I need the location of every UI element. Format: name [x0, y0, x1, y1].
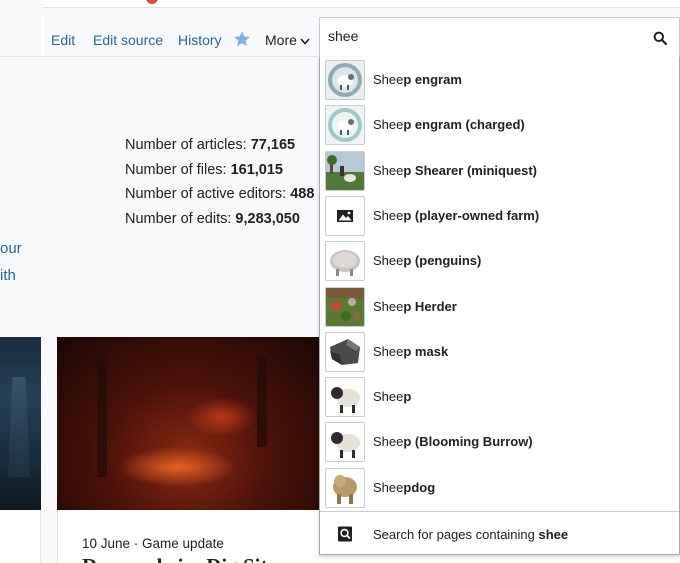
watch-star-icon[interactable] — [233, 30, 251, 48]
sheep-thumbnail — [325, 377, 365, 418]
tab-history[interactable]: History — [178, 32, 222, 48]
content-edge — [42, 16, 44, 56]
suggestion-label: Sheep engram (charged) — [373, 117, 525, 132]
suggestion-item[interactable]: Sheep engram (charged) — [320, 102, 679, 147]
search-containing-footer[interactable]: Search for pages containing shee — [320, 511, 679, 555]
suggestion-item[interactable]: Sheep mask — [320, 329, 679, 374]
suggestion-label: Sheep Shearer (miniquest) — [373, 163, 537, 178]
more-menu-button[interactable]: More — [265, 32, 310, 48]
suggestion-item[interactable]: Sheep Shearer (miniquest) — [320, 148, 679, 193]
suggestion-label: Sheepdog — [373, 480, 435, 495]
suggestion-label: Sheep mask — [373, 344, 448, 359]
stat-editors: Number of active editors: 488 — [125, 186, 314, 211]
match-text: Shee — [373, 479, 404, 495]
suggestion-rest: pdog — [403, 479, 436, 495]
suggestion-rest: p engram (charged) — [403, 117, 525, 133]
stat-label: Number of articles: — [125, 137, 251, 153]
search-input[interactable] — [328, 28, 628, 44]
suggestion-rest: p Shearer (miniquest) — [403, 162, 538, 178]
match-text: Shee — [373, 298, 404, 314]
footer-query: shee — [538, 527, 569, 542]
scene-pillar — [257, 357, 267, 447]
suggestion-rest: p (Blooming Burrow) — [403, 434, 533, 450]
suggestion-rest: p — [403, 389, 412, 405]
more-label: More — [265, 32, 297, 48]
stat-label: Number of files: — [125, 161, 231, 178]
footer-prefix: Search for pages containing — [373, 527, 539, 542]
page-search-icon — [338, 526, 352, 542]
suggestion-label: Sheep — [373, 389, 411, 404]
search-box — [319, 17, 680, 58]
suggestion-label: Sheep (penguins) — [373, 253, 481, 268]
stat-value: 9,283,050 — [235, 210, 300, 227]
suggestion-label: Sheep engram — [373, 72, 462, 87]
match-text: Shee — [373, 434, 404, 450]
tower-shape — [8, 377, 30, 477]
match-text: Shee — [373, 117, 404, 133]
truncated-text-2: ith — [0, 267, 16, 284]
stat-value: 488 — [290, 186, 315, 202]
left-column-text: our ith — [0, 235, 22, 289]
sheep-thumbnail — [325, 422, 365, 463]
top-strip — [0, 0, 680, 16]
wiki-stats: Number of articles: 77,165 Number of fil… — [125, 137, 314, 235]
stat-label: Number of edits: — [125, 210, 236, 227]
news-title[interactable]: Daemonheim Dig Site — [82, 554, 277, 563]
match-text: Shee — [373, 72, 404, 87]
news-date: 10 June · Game update — [82, 536, 224, 551]
match-text: Shee — [373, 343, 404, 359]
match-text: Shee — [373, 162, 404, 178]
herder-scene-thumbnail — [325, 286, 365, 327]
suggestion-rest: p mask — [403, 343, 449, 359]
suggestion-item[interactable]: Sheepdog — [320, 465, 679, 510]
suggestion-rest: p (penguins) — [403, 253, 482, 269]
suggestion-item[interactable]: Sheep (penguins) — [320, 238, 679, 283]
stat-files: Number of files: 161,015 — [125, 162, 314, 187]
header-edge — [42, 0, 680, 8]
engram-thumbnail — [325, 60, 365, 100]
scene-pillar — [97, 357, 107, 477]
suggestion-rest: p engram — [403, 72, 462, 87]
search-icon[interactable] — [653, 31, 667, 45]
stat-label: Number of active editors: — [125, 186, 291, 202]
suggestion-label: Sheep (player-owned farm) — [373, 208, 539, 223]
match-text: Shee — [373, 389, 404, 405]
news-card-image[interactable] — [57, 337, 319, 510]
tab-edit[interactable]: Edit — [51, 32, 75, 48]
stat-edits: Number of edits: 9,283,050 — [125, 211, 314, 236]
engram-charged-thumbnail — [325, 105, 365, 146]
footer-label: Search for pages containing shee — [373, 527, 568, 542]
lava-glow — [187, 397, 257, 437]
suggestion-rest: p Herder — [403, 298, 457, 314]
suggestion-item[interactable]: Sheep (Blooming Burrow) — [320, 419, 679, 464]
match-text: Shee — [373, 253, 404, 269]
chevron-down-icon — [300, 38, 310, 45]
penguin-sheep-thumbnail — [325, 241, 365, 282]
stat-articles: Number of articles: 77,165 — [125, 137, 314, 162]
suggestion-item[interactable]: Sheep (player-owned farm) — [320, 193, 679, 238]
farm-scene-thumbnail — [325, 150, 365, 191]
suggestion-label: Sheep (Blooming Burrow) — [373, 434, 533, 449]
image-placeholder-thumbnail — [325, 195, 365, 236]
tab-edit-source[interactable]: Edit source — [93, 32, 163, 48]
suggestion-item[interactable]: Sheep — [320, 374, 679, 419]
stat-value: 77,165 — [250, 137, 296, 153]
sheepdog-thumbnail — [325, 467, 365, 508]
suggestion-rest: p (player-owned farm) — [403, 207, 540, 223]
match-text: Shee — [373, 207, 404, 223]
stat-value: 161,015 — [230, 161, 283, 178]
news-card-body: 10 June · Game update Daemonheim Dig Sit… — [57, 510, 319, 563]
suggestion-item[interactable]: Sheep Herder — [320, 284, 679, 329]
search-suggestions: Sheep engram Sheep engram (charged) Shee… — [319, 57, 680, 555]
mask-thumbnail — [325, 331, 365, 372]
news-card-image-left[interactable] — [0, 337, 41, 510]
lava-glow — [117, 447, 237, 487]
news-card-body-left — [0, 510, 41, 563]
suggestion-item[interactable]: Sheep engram — [320, 57, 679, 102]
suggestion-label: Sheep Herder — [373, 299, 457, 314]
truncated-link-1[interactable]: our — [0, 235, 22, 262]
